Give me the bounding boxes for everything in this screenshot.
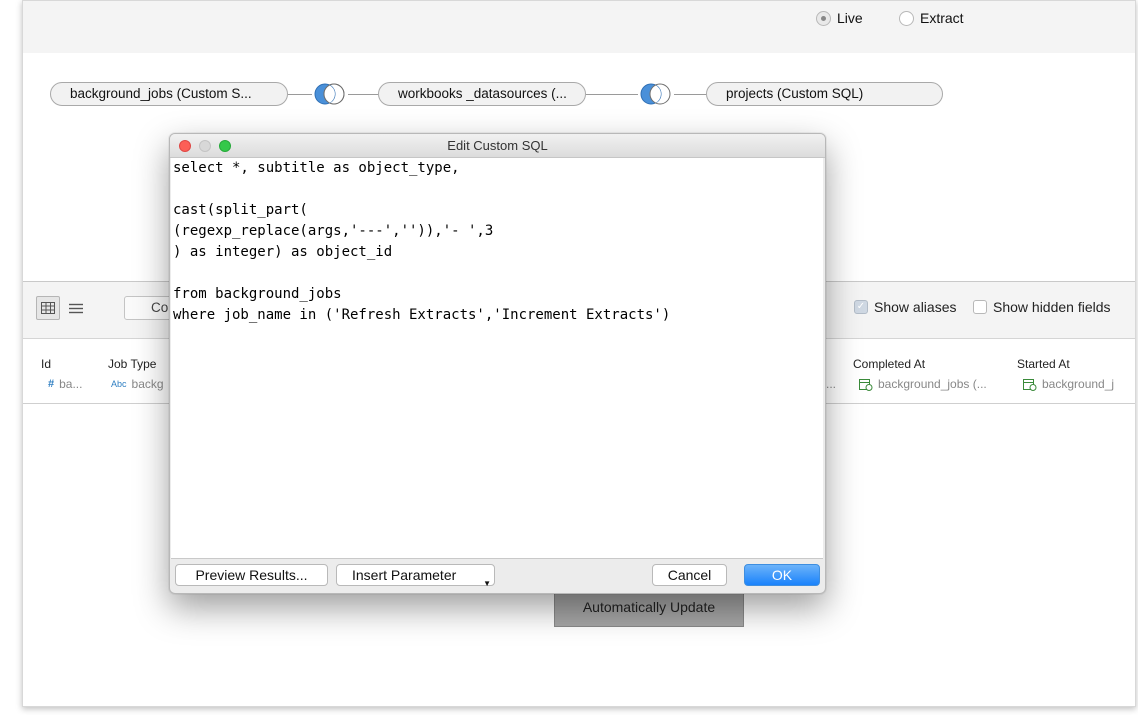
sql-line [171, 179, 823, 200]
string-type-icon: Abc [111, 379, 127, 389]
connection-bar: Live Extract [23, 1, 1135, 54]
show-aliases-check[interactable]: ✓ [854, 300, 868, 314]
column-name: Completed At [853, 357, 926, 371]
insert-parameter-button[interactable]: Insert Parameter ▼ [336, 564, 495, 588]
left-join-icon[interactable] [638, 82, 674, 106]
live-radio-dot[interactable] [816, 10, 831, 26]
table-pill-workbooks-datasources[interactable]: workbooks _datasources (... [378, 82, 586, 106]
list-icon [69, 303, 83, 313]
insert-parameter-label: Insert Parameter [352, 567, 457, 583]
column-source: background_jobs (... [859, 377, 987, 391]
edit-custom-sql-dialog: Edit Custom SQL select *, subtitle as ob… [169, 133, 826, 594]
date-icon [1023, 378, 1037, 391]
table-pill-label: workbooks _datasources (... [398, 86, 567, 101]
live-label: Live [837, 10, 863, 26]
sql-line: from background_jobs [173, 286, 342, 302]
preview-results-button[interactable]: Preview Results... [175, 564, 328, 586]
column-source: Abc backg [111, 377, 164, 391]
column-name: Started At [1017, 357, 1070, 371]
show-aliases-label: Show aliases [874, 299, 957, 315]
column-source-text: background_j [1042, 377, 1115, 391]
join-connector [674, 94, 706, 95]
sql-line: ) as integer) as object_id [173, 244, 393, 260]
left-join-icon[interactable] [312, 82, 348, 106]
sql-line: select *, subtitle as object_type, [173, 160, 460, 176]
column-header-started-at[interactable]: Started At background_j [1017, 339, 1135, 403]
extract-radio[interactable]: Extract [899, 10, 964, 26]
live-radio[interactable]: Live [816, 10, 863, 26]
table-pill-projects[interactable]: projects (Custom SQL) [706, 82, 943, 106]
dialog-titlebar: Edit Custom SQL [170, 134, 825, 158]
column-name: Id [41, 357, 52, 371]
join-connector [586, 94, 638, 95]
extract-label: Extract [920, 10, 964, 26]
column-source: background_j [1023, 377, 1114, 391]
date-icon [859, 378, 873, 391]
sql-line [171, 263, 823, 284]
show-hidden-label: Show hidden fields [993, 299, 1111, 315]
chevron-down-icon: ▼ [483, 579, 491, 588]
column-source-text: ba... [59, 377, 83, 391]
sql-editor[interactable]: select *, subtitle as object_type, cast(… [171, 158, 823, 559]
column-source: # ba... [48, 377, 82, 391]
table-pill-background-jobs[interactable]: background_jobs (Custom S... [50, 82, 288, 106]
list-view-button[interactable] [64, 296, 88, 320]
ok-button[interactable]: OK [744, 564, 820, 586]
grid-icon [41, 302, 55, 314]
grid-view-button[interactable] [36, 296, 60, 320]
column-name: Job Type [108, 357, 157, 371]
sql-line: where job_name in ('Refresh Extracts','I… [173, 307, 671, 323]
show-hidden-fields-checkbox[interactable]: Show hidden fields [973, 299, 1111, 315]
table-pill-label: background_jobs (Custom S... [70, 86, 252, 101]
join-connector [288, 94, 312, 95]
column-header-id[interactable]: Id # ba... [41, 339, 117, 403]
table-pill-label: projects (Custom SQL) [726, 86, 864, 101]
show-aliases-checkbox[interactable]: ✓ Show aliases [854, 299, 957, 315]
join-connector [348, 94, 378, 95]
column-header-completed-at[interactable]: Completed At background_jobs (... [853, 339, 1013, 403]
show-hidden-check[interactable] [973, 300, 987, 314]
cancel-button[interactable]: Cancel [652, 564, 727, 586]
dialog-title: Edit Custom SQL [447, 138, 548, 153]
column-source-text: backg [131, 377, 164, 391]
sql-line: cast(split_part( [173, 202, 308, 218]
truncated-column-source: ... [826, 377, 837, 391]
column-header-job-type[interactable]: Job Type Abc backg [108, 339, 168, 403]
number-type-icon: # [48, 378, 55, 390]
extract-radio-dot[interactable] [899, 10, 914, 26]
sql-line: (regexp_replace(args,'---','')),'- ',3 [173, 223, 494, 239]
column-source-text: background_jobs (... [878, 377, 987, 391]
